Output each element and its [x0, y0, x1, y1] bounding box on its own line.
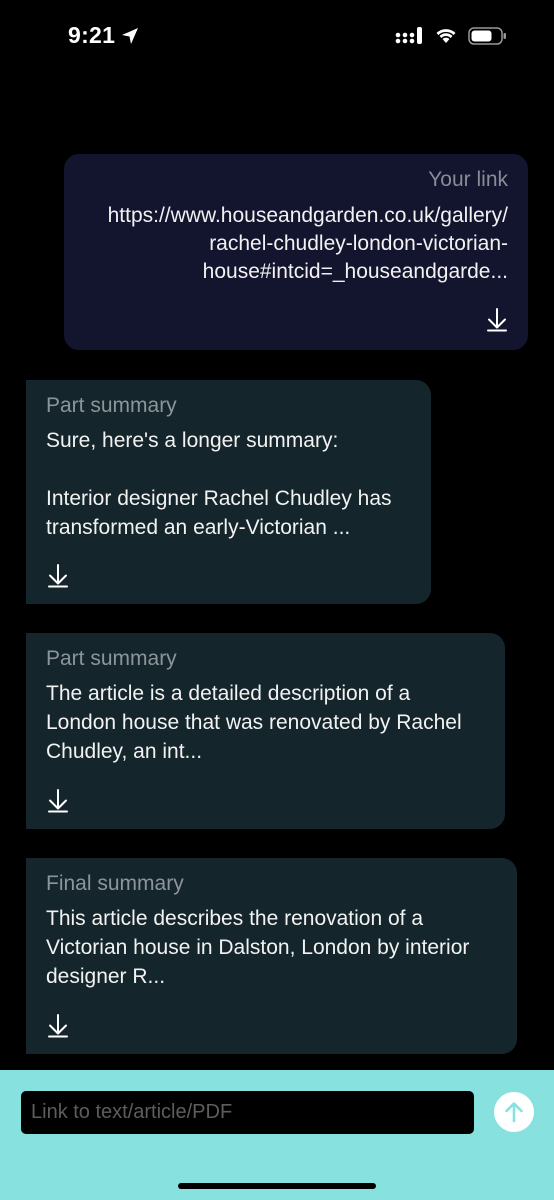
status-time: 9:21	[68, 22, 116, 48]
user-message-bubble: Your link https://www.houseandgarden.co.…	[64, 154, 528, 350]
status-icons	[395, 26, 508, 46]
message-text: https://www.houseandgarden.co.uk/gallery…	[107, 204, 508, 283]
download-icon[interactable]	[47, 562, 69, 588]
message-text: The article is a detailed description of…	[46, 682, 462, 763]
battery-icon	[468, 26, 508, 46]
message-title: Part summary	[46, 394, 177, 417]
message-title: Part summary	[46, 647, 177, 670]
send-button[interactable]	[494, 1092, 534, 1132]
message-text: This article describes the renovation of…	[46, 907, 470, 988]
message-text: Sure, here's a longer summary: Interior …	[46, 429, 392, 539]
bot-message-bubble: Final summary This article describes the…	[26, 858, 517, 1054]
arrow-up-icon	[501, 1099, 527, 1125]
cellular-signal-icon	[395, 26, 425, 46]
message-title: Final summary	[46, 872, 184, 895]
input-bar	[0, 1070, 554, 1200]
download-icon[interactable]	[486, 306, 508, 332]
status-bar: 9:21	[0, 0, 554, 80]
home-indicator	[178, 1183, 376, 1189]
bot-message-bubble: Part summary The article is a detailed d…	[26, 633, 505, 829]
link-input[interactable]	[21, 1091, 474, 1134]
download-icon[interactable]	[47, 787, 69, 813]
download-icon[interactable]	[47, 1012, 69, 1038]
message-title: Your link	[428, 168, 508, 191]
time-group: 9:21	[68, 22, 140, 49]
bot-message-bubble: Part summary Sure, here's a longer summa…	[26, 380, 431, 604]
wifi-icon	[434, 26, 458, 46]
location-arrow-icon	[120, 26, 140, 46]
